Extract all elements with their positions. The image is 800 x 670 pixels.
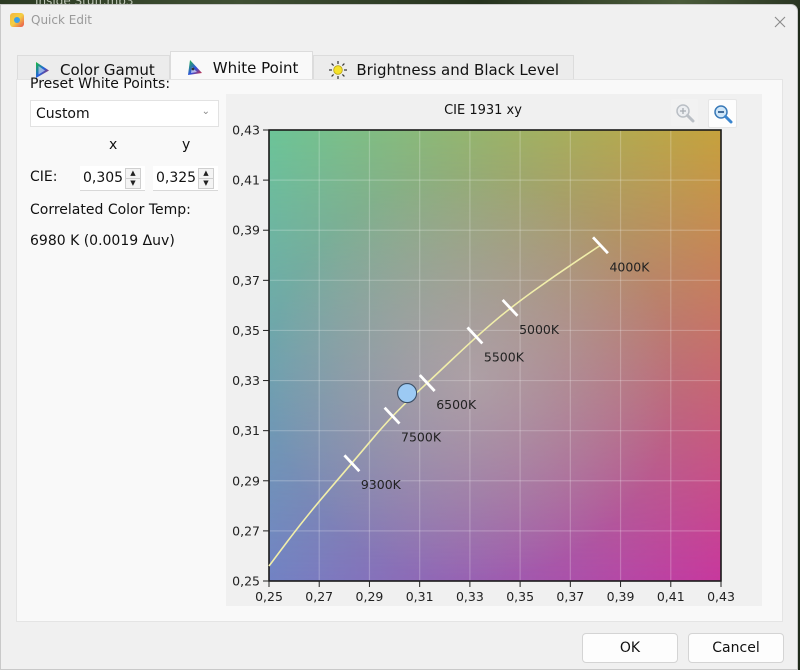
cct-label-4000k: 4000K — [609, 259, 650, 274]
cct-label-5000k: 5000K — [519, 322, 560, 337]
x-tick-label: 0,43 — [707, 589, 735, 604]
cct-label: Correlated Color Temp: — [30, 202, 191, 218]
preset-white-points-label: Preset White Points: — [30, 76, 171, 92]
x-column-header: x — [109, 137, 118, 153]
x-tick-label: 0,27 — [305, 589, 333, 604]
preset-white-points-dropdown[interactable]: Custom ⌄ — [30, 100, 219, 127]
cancel-button[interactable]: Cancel — [688, 633, 784, 663]
x-tick-label: 0,33 — [456, 589, 484, 604]
x-tick-label: 0,41 — [657, 589, 685, 604]
cie-x-increment-button[interactable]: ▲ — [126, 169, 140, 179]
chevron-down-icon: ⌄ — [201, 106, 210, 117]
y-tick-label: 0,31 — [232, 423, 260, 438]
cie-y-increment-button[interactable]: ▲ — [199, 169, 213, 179]
y-tick-label: 0,37 — [232, 273, 260, 288]
cct-label-7500k: 7500K — [401, 430, 442, 445]
y-tick-label: 0,25 — [232, 574, 260, 589]
white-point-marker[interactable] — [397, 383, 418, 404]
cie-x-value[interactable]: 0,305 — [80, 170, 125, 186]
x-tick-label: 0,29 — [356, 589, 384, 604]
cie-label: CIE: — [30, 169, 58, 185]
cie-y-decrement-button[interactable]: ▼ — [199, 179, 213, 188]
y-tick-label: 0,33 — [232, 373, 260, 388]
cie-y-spinbox[interactable]: 0,325 ▲ ▼ — [153, 166, 218, 191]
x-tick-label: 0,31 — [406, 589, 434, 604]
y-tick-label: 0,29 — [232, 473, 260, 488]
title-bar: Quick Edit — [1, 5, 797, 35]
y-tick-label: 0,43 — [232, 123, 260, 138]
cie-y-value[interactable]: 0,325 — [153, 170, 198, 186]
y-tick-label: 0,35 — [232, 323, 260, 338]
ok-button[interactable]: OK — [582, 633, 678, 663]
cct-label-6500k: 6500K — [436, 397, 477, 412]
tab-label: Brightness and Black Level — [356, 60, 559, 79]
cct-value: 6980 K (0.0019 Δuv) — [30, 233, 175, 249]
x-tick-label: 0,25 — [255, 589, 283, 604]
white-point-panel: Preset White Points: Custom ⌄ x y CIE: 0… — [16, 76, 783, 622]
y-column-header: y — [182, 137, 191, 153]
y-tick-label: 0,41 — [232, 173, 260, 188]
cct-label-5500k: 5500K — [484, 349, 525, 364]
cie-1931-chart[interactable]: CIE 1931 xy 0,250,25 0,27 0,27 0,29 0,29 0,31… — [226, 94, 762, 606]
cie-chart-container: CIE 1931 xy 0,25 0,25 0,27 0,27 0,29 0,29 0,31… — [226, 94, 762, 606]
tab-label: White Point — [212, 59, 299, 77]
sun-icon — [329, 60, 348, 79]
white-point-triangle-icon — [187, 60, 202, 75]
cie-x-spinbox[interactable]: 0,305 ▲ ▼ — [80, 166, 145, 191]
quick-edit-dialog: Quick Edit Color Gamut White Point Brigh… — [0, 4, 798, 670]
chart-title: CIE 1931 xy — [444, 103, 522, 118]
y-tick-label: 0,27 — [232, 523, 260, 538]
cct-label-9300k: 9300K — [361, 477, 402, 492]
window-title: Quick Edit — [31, 13, 92, 27]
preset-selected-value: Custom — [36, 105, 90, 122]
close-icon — [774, 16, 786, 28]
x-tick-label: 0,37 — [556, 589, 584, 604]
x-tick-label: 0,35 — [506, 589, 534, 604]
x-tick-label: 0,39 — [607, 589, 635, 604]
cie-x-decrement-button[interactable]: ▼ — [126, 179, 140, 188]
close-button[interactable] — [769, 11, 791, 33]
app-icon — [10, 13, 24, 27]
y-tick-label: 0,39 — [232, 223, 260, 238]
